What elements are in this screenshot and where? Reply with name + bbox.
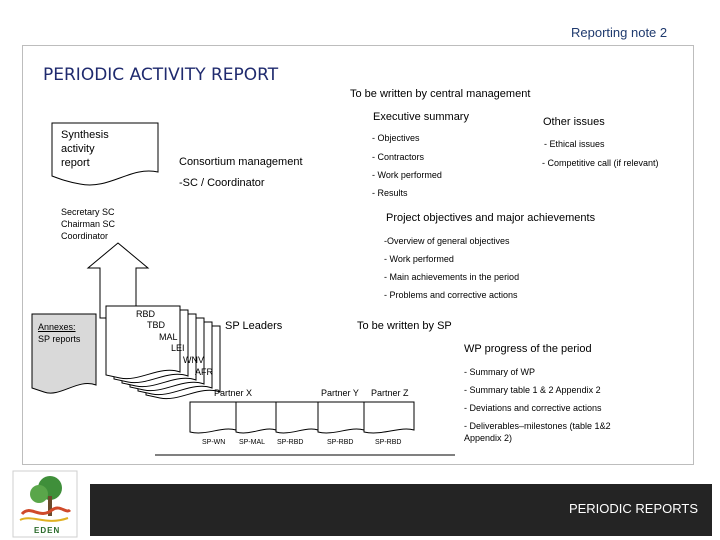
other-issues-title: Other issues (543, 116, 605, 128)
diagram-shapes (31, 122, 455, 456)
synthesis-line-3: report (61, 157, 90, 169)
project-item-overview: -Overview of general objectives (384, 236, 510, 246)
doc-label-sp-rbd-1: SP-RBD (277, 439, 304, 446)
other-item-ethical: - Ethical issues (544, 139, 605, 149)
other-item-competitive-call: - Competitive call (if relevant) (542, 158, 659, 168)
stack-label-wnv: WNV (183, 355, 204, 365)
wp-item-deliverables: - Deliverables–milestones (table 1&2 (464, 421, 611, 431)
stack-label-mal: MAL (159, 332, 178, 342)
exec-item-contractors: - Contractors (372, 152, 425, 162)
partner-x: Partner X (214, 388, 253, 398)
annexes-label: Annexes: (38, 322, 76, 332)
signer-chairman: Chairman SC (61, 219, 116, 229)
wp-progress-title: WP progress of the period (464, 343, 592, 355)
written-by-sp: To be written by SP (357, 320, 452, 332)
doc-label-sp-rbd-3: SP-RBD (375, 439, 402, 446)
stack-label-tbd: TBD (147, 320, 165, 330)
signer-coordinator: Coordinator (61, 231, 109, 241)
annexes-sp-reports: SP reports (38, 334, 81, 344)
project-objectives-title: Project objectives and major achievement… (386, 212, 596, 224)
wp-item-appendix: Appendix 2) (464, 433, 513, 443)
partner-documents (189, 401, 415, 434)
synthesis-line-2: activity (61, 143, 95, 155)
doc-label-sp-wn: SP-WN (202, 439, 226, 446)
project-item-achievements: - Main achievements in the period (384, 272, 520, 282)
wp-item-summary-table: - Summary table 1 & 2 Appendix 2 (464, 385, 601, 395)
central-management-note: To be written by central management (350, 88, 531, 100)
eden-logo-text: EDEN (34, 526, 61, 535)
stack-label-afr: AFR (195, 367, 213, 377)
project-item-work: - Work performed (384, 254, 454, 264)
wp-item-deviations: - Deviations and corrective actions (464, 403, 602, 413)
partner-z: Partner Z (371, 388, 409, 398)
project-item-problems: - Problems and corrective actions (384, 290, 518, 300)
wp-item-summary: - Summary of WP (464, 367, 536, 377)
footer-periodic-reports: PERIODIC REPORTS (568, 501, 698, 516)
doc-label-sp-rbd-2: SP-RBD (327, 439, 354, 446)
sp-leaders: SP Leaders (225, 320, 283, 332)
sc-coordinator: -SC / Coordinator (179, 177, 265, 189)
exec-item-objectives: - Objectives (372, 133, 420, 143)
partner-y: Partner Y (321, 388, 359, 398)
doc-label-sp-mal: SP-MAL (239, 439, 266, 446)
stack-label-rbd: RBD (136, 309, 156, 319)
exec-item-work-performed: - Work performed (372, 170, 442, 180)
signer-secretary: Secretary SC (61, 207, 115, 217)
exec-item-results: - Results (372, 188, 408, 198)
executive-summary-title: Executive summary (373, 111, 469, 123)
eden-logo: EDEN (12, 470, 78, 538)
consortium-management: Consortium management (179, 156, 303, 168)
stack-label-lei: LEI (171, 343, 185, 353)
synthesis-line-1: Synthesis (61, 129, 109, 141)
